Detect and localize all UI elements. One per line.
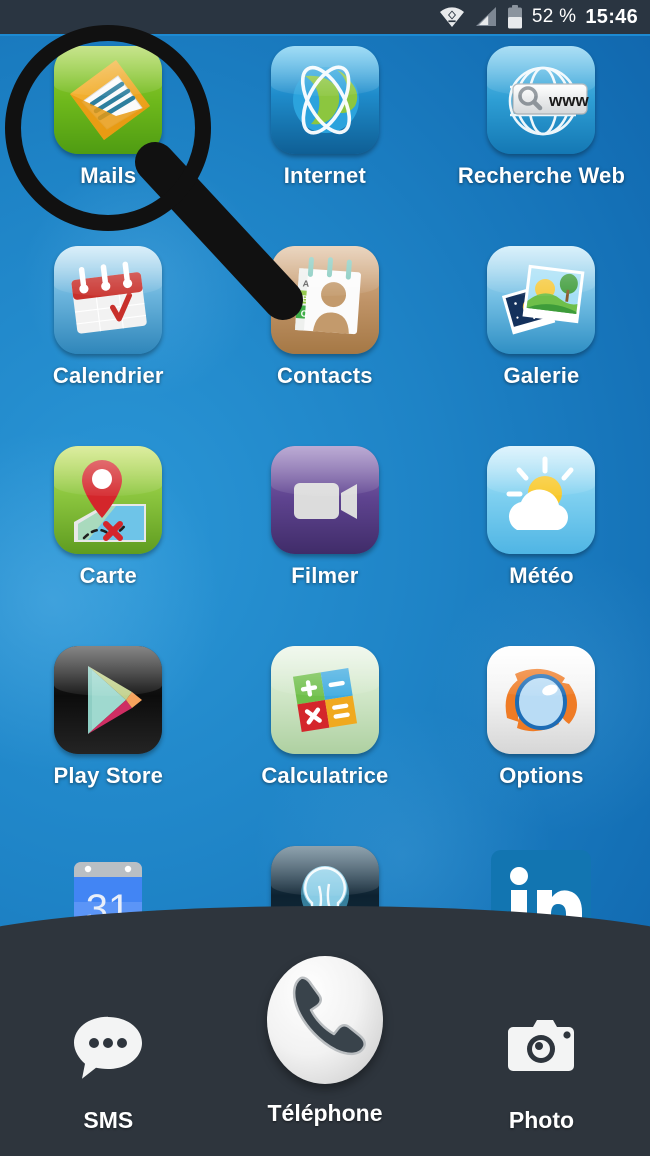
weather-icon[interactable] — [487, 446, 596, 554]
app-label: Galerie — [503, 363, 580, 388]
options-icon[interactable] — [487, 646, 596, 754]
app-row: Play Store Calculatrice Options — [0, 646, 650, 846]
app-label: Options — [499, 763, 584, 788]
app-label: Filmer — [291, 563, 359, 588]
app-filmer[interactable]: Filmer — [217, 446, 434, 646]
play-store-icon[interactable] — [54, 646, 163, 754]
app-label: Mails — [80, 163, 137, 188]
wifi-icon — [439, 7, 464, 27]
app-label: Calendrier — [52, 363, 164, 388]
mails-icon[interactable] — [54, 46, 163, 154]
app-label: Météo — [509, 563, 574, 588]
app-row: Mails Internet www Recherche Web — [0, 46, 650, 246]
app-row: Carte Filmer Météo — [0, 446, 650, 646]
phone-label: Téléphone — [267, 1100, 383, 1126]
app-galerie[interactable]: Galerie — [433, 246, 650, 446]
svg-text:www: www — [548, 91, 589, 110]
signal-icon — [475, 7, 496, 26]
app-options[interactable]: Options — [433, 646, 650, 846]
camcorder-icon[interactable] — [270, 446, 379, 554]
svg-text:C: C — [300, 308, 308, 318]
app-label: Internet — [283, 163, 367, 188]
app-label: Recherche Web — [457, 163, 626, 188]
svg-text:A: A — [302, 278, 310, 288]
app-label: Calculatrice — [261, 763, 389, 788]
app-internet[interactable]: Internet — [217, 46, 434, 246]
clock: 15:46 — [585, 5, 638, 28]
app-recherche-web[interactable]: www Recherche Web — [433, 46, 650, 246]
calendar-icon[interactable] — [54, 246, 163, 354]
svg-text:B: B — [301, 293, 309, 303]
app-calendrier[interactable]: Calendrier — [0, 246, 217, 446]
app-calculatrice[interactable]: Calculatrice — [217, 646, 434, 846]
battery-percent: 52 % — [531, 6, 577, 27]
app-label: Contacts — [277, 363, 373, 388]
app-meteo[interactable]: Météo — [433, 446, 650, 646]
calculator-icon[interactable] — [270, 646, 379, 754]
app-mails[interactable]: Mails — [0, 46, 217, 246]
gallery-icon[interactable] — [487, 246, 596, 354]
map-icon[interactable] — [54, 446, 163, 554]
phone-button[interactable] — [267, 956, 383, 1084]
battery-icon — [507, 5, 522, 29]
status-bar: 52 % 15:46 — [0, 0, 650, 36]
app-carte[interactable]: Carte — [0, 446, 217, 646]
camera-icon[interactable] — [493, 999, 589, 1095]
app-grid: Mails Internet www Recherche Web Calendr… — [0, 46, 650, 1046]
contacts-icon[interactable]: A B C — [270, 246, 379, 354]
sms-icon[interactable] — [60, 999, 156, 1095]
app-row: Calendrier A B C Contacts Galerie — [0, 246, 650, 446]
app-contacts[interactable]: A B C Contacts — [217, 246, 434, 446]
internet-icon[interactable] — [270, 46, 379, 154]
web-search-icon[interactable]: www — [487, 46, 596, 154]
app-play-store[interactable]: Play Store — [0, 646, 217, 846]
app-label: Play Store — [53, 763, 164, 788]
home-screen: 52 % 15:46 Mails Internet www Recherche … — [0, 0, 650, 1156]
app-label: Carte — [79, 563, 137, 588]
